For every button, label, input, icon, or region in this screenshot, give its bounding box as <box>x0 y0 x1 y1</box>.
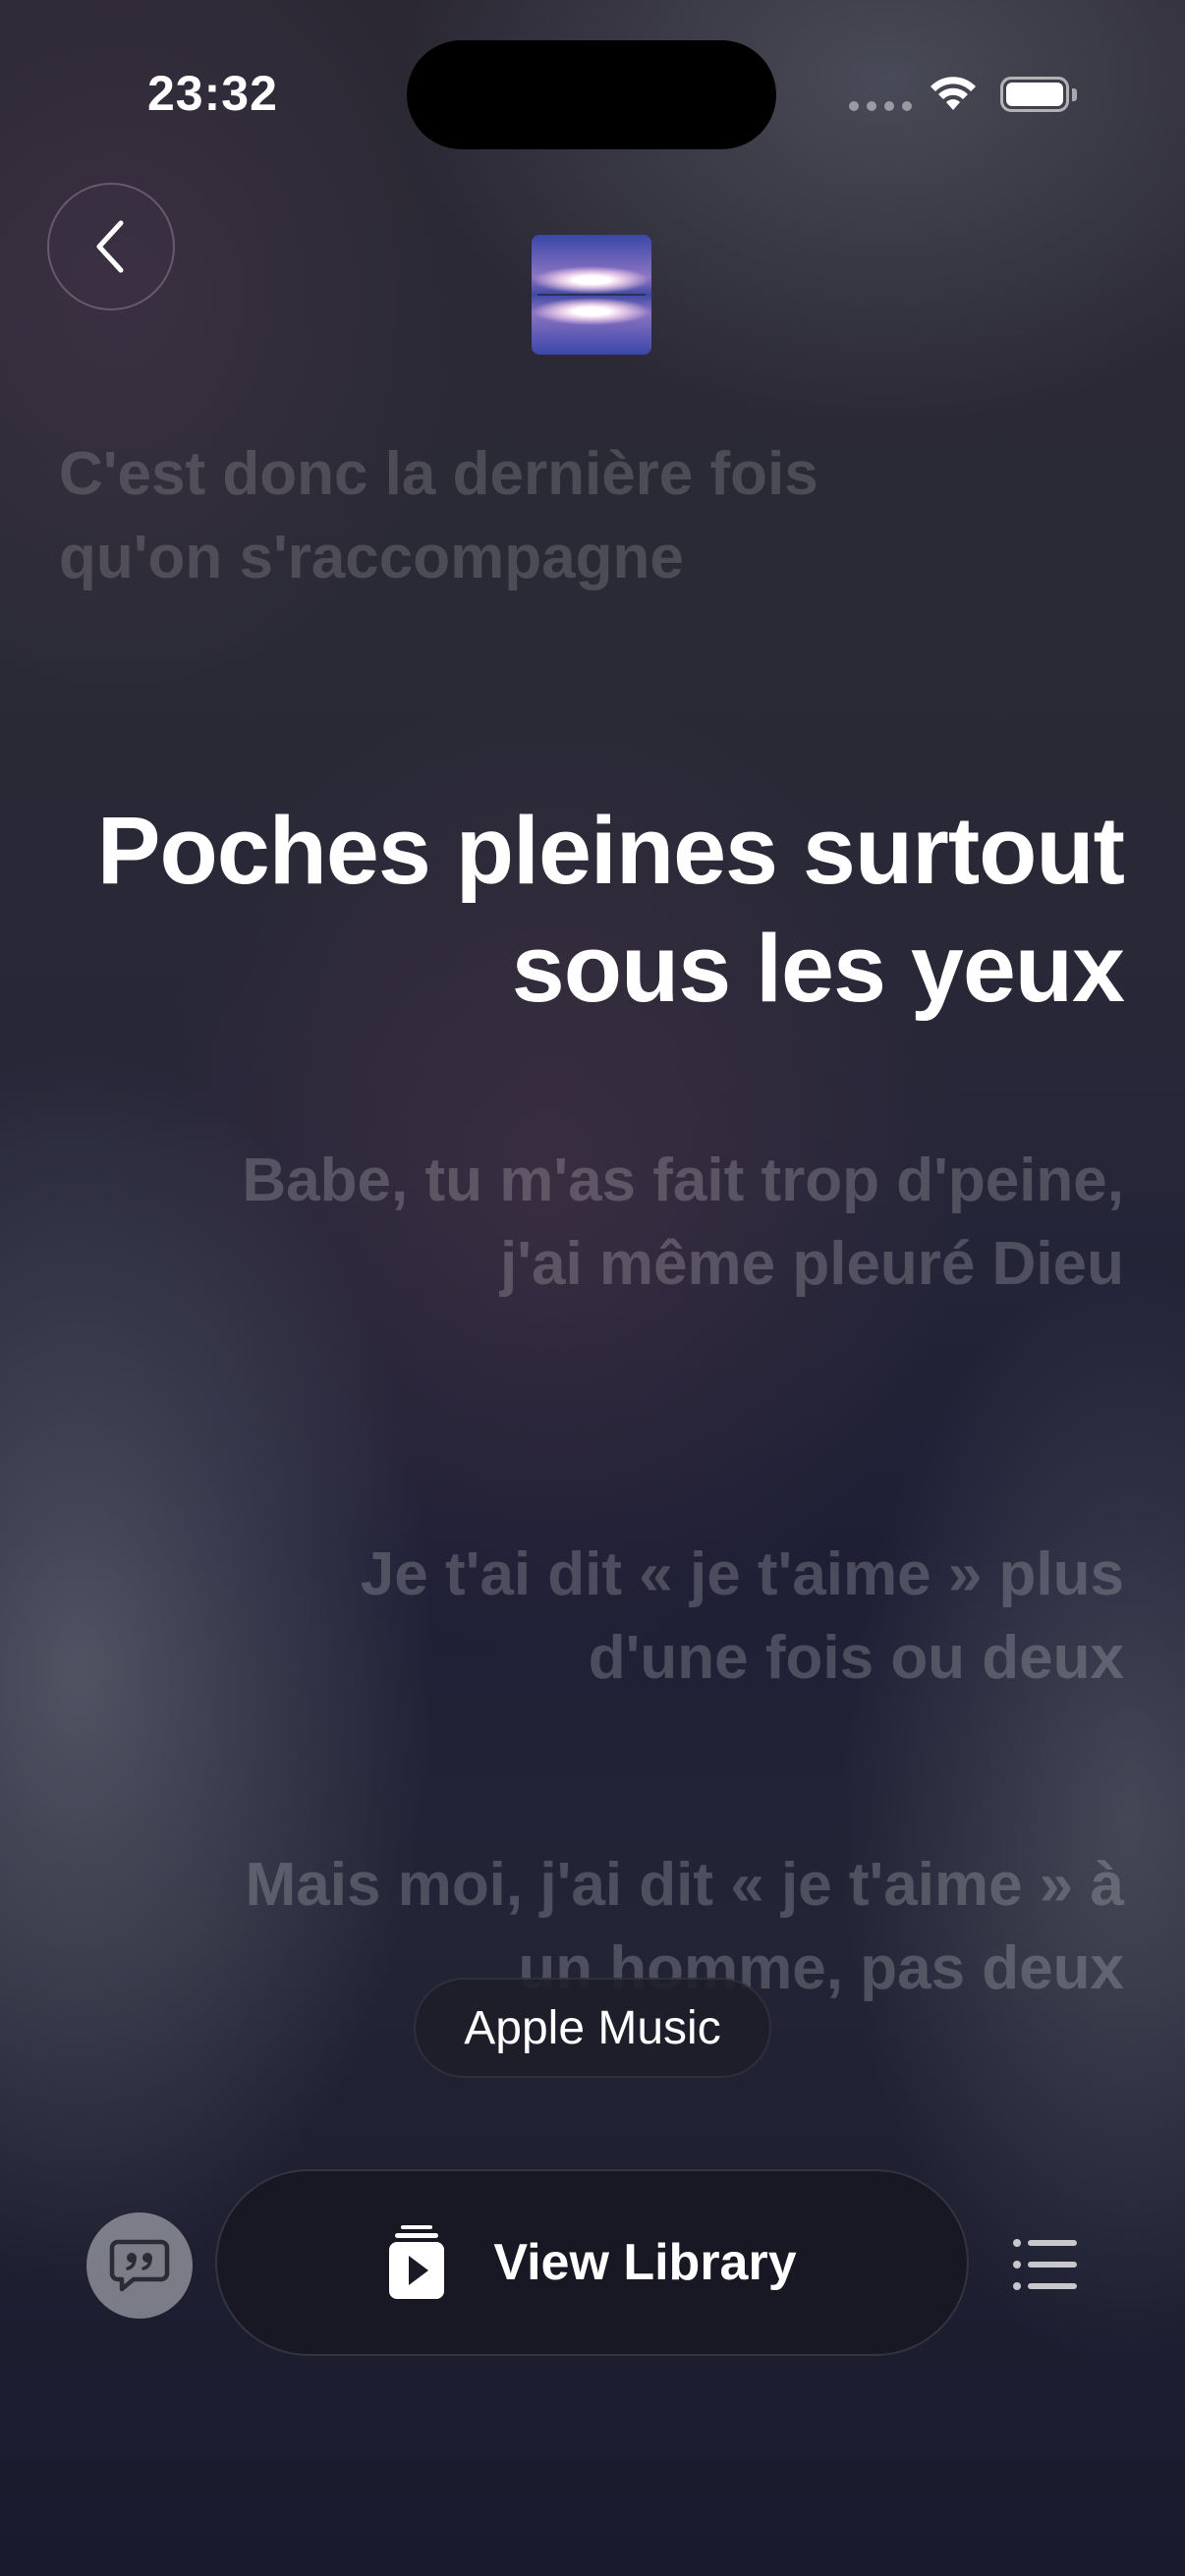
dynamic-island <box>407 40 776 149</box>
quote-bubble-icon <box>109 2239 170 2292</box>
apple-music-badge[interactable]: Apple Music <box>414 1978 771 2078</box>
view-library-button[interactable]: View Library <box>215 2169 969 2356</box>
lyric-line-next[interactable]: Babe, tu m'as fait trop d'peine, j'ai mê… <box>240 1139 1124 1306</box>
battery-cap <box>1072 88 1077 101</box>
back-button[interactable] <box>47 183 175 310</box>
list-bullet-icon[interactable] <box>1012 2235 1077 2294</box>
album-artwork[interactable] <box>532 235 651 355</box>
lyrics-toggle-button[interactable] <box>86 2212 193 2319</box>
cellular-signal-icon <box>849 101 912 111</box>
lyric-line-past[interactable]: C'est donc la dernière fois qu'on s'racc… <box>59 432 845 599</box>
lyric-line-next[interactable]: Je t'ai dit « je t'aime » plus d'une foi… <box>240 1533 1124 1700</box>
chevron-left-icon <box>96 220 124 273</box>
library-stack-play-icon <box>389 2225 445 2299</box>
apple-music-label: Apple Music <box>464 2001 721 2054</box>
status-time: 23:32 <box>147 66 278 121</box>
view-library-label: View Library <box>493 2234 797 2291</box>
wifi-icon <box>931 77 976 110</box>
battery-icon <box>1000 77 1069 112</box>
lyric-line-current[interactable]: Poches pleines surtout sous les yeux <box>39 792 1125 1028</box>
